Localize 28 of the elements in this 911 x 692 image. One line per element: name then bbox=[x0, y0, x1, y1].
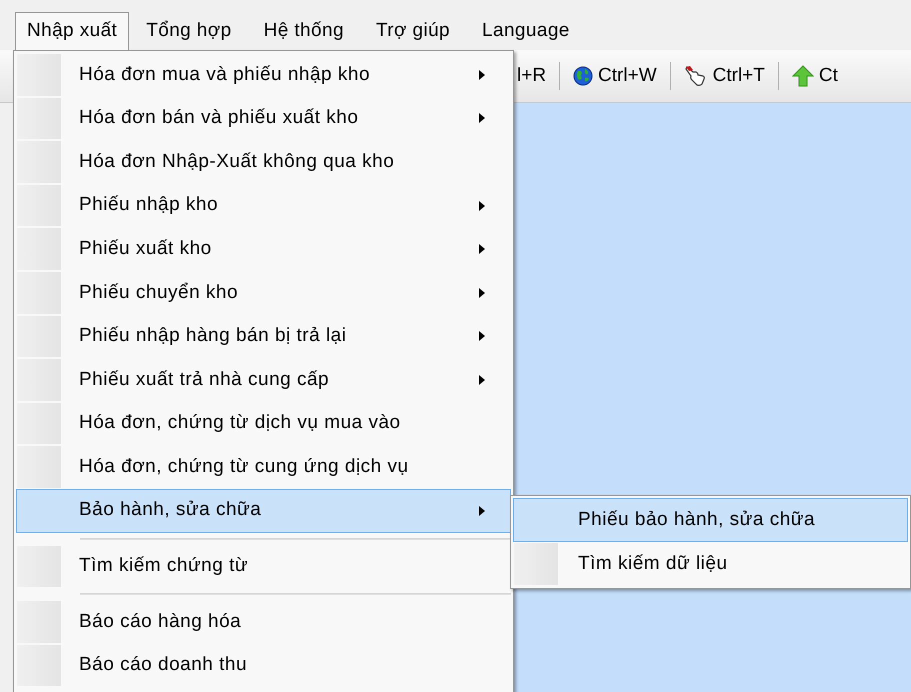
menu-bar-item[interactable]: Tổng hợp bbox=[133, 12, 245, 50]
toolbar-button[interactable]: l+R bbox=[514, 58, 550, 94]
menu-item[interactable]: Hóa đơn mua và phiếu nhập kho bbox=[16, 53, 511, 97]
menu-item[interactable]: Hóa đơn Nhập-Xuất không qua kho bbox=[16, 140, 511, 184]
up-arrow-icon bbox=[792, 65, 814, 87]
menu-item[interactable]: Phiếu xuất trả nhà cung cấp bbox=[16, 358, 511, 402]
toolbar-button[interactable]: Ctrl+W bbox=[570, 58, 660, 94]
menu-item[interactable]: Báo cáo hàng hóa bbox=[16, 600, 511, 644]
toolbar-button[interactable]: Ct bbox=[788, 58, 841, 94]
menu-bar-item[interactable]: Trợ giúp bbox=[362, 12, 464, 50]
menu-item[interactable]: Phiếu chuyển kho bbox=[16, 270, 511, 315]
menu-item[interactable]: Phiếu nhập hàng bán bị trả lại bbox=[16, 314, 511, 358]
menu-item[interactable]: Bảo hành, sửa chữa bbox=[16, 488, 511, 533]
menu-item[interactable]: Hóa đơn, chứng từ dịch vụ mua vào bbox=[16, 402, 511, 446]
menu-item[interactable]: Tìm kiếm dữ liệu bbox=[513, 542, 908, 586]
menu-bar-item[interactable]: Hệ thống bbox=[250, 12, 357, 50]
menu-item[interactable]: Báo cáo doanh thu bbox=[16, 644, 511, 688]
pointing-hand-icon bbox=[684, 64, 708, 88]
toolbar-button[interactable]: Ctrl+T bbox=[680, 58, 768, 94]
menu-bar-item[interactable]: Nhập xuất bbox=[15, 12, 130, 50]
menu-bar-item[interactable]: Language bbox=[469, 12, 583, 50]
menu-item[interactable]: Hóa đơn bán và phiếu xuất kho bbox=[16, 96, 511, 140]
menu-item[interactable]: Phiếu bảo hành, sửa chữa bbox=[513, 498, 908, 542]
menu-item[interactable]: Phiếu xuất kho bbox=[16, 227, 511, 271]
menu-item[interactable]: Tìm kiếm chứng từ bbox=[16, 544, 511, 588]
globe-icon bbox=[573, 66, 594, 86]
menu-item[interactable]: Phiếu nhập kho bbox=[16, 184, 511, 228]
menu-item[interactable]: Hóa đơn, chứng từ cung ứng dịch vụ bbox=[16, 445, 511, 489]
